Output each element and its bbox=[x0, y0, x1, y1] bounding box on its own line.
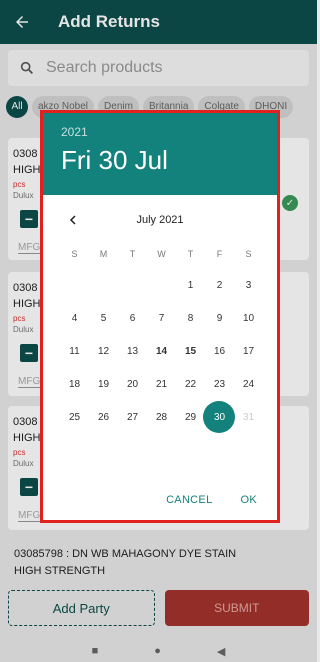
weekday-label: W bbox=[157, 249, 166, 259]
month-label: July 2021 bbox=[136, 214, 184, 226]
calendar-day[interactable]: 12 bbox=[89, 335, 118, 368]
calendar-day-number: 4 bbox=[71, 313, 78, 324]
calendar-day-number: 29 bbox=[184, 412, 197, 423]
calendar-day-number: 23 bbox=[213, 379, 226, 390]
calendar-day[interactable]: 15 bbox=[176, 335, 205, 368]
calendar-day[interactable]: 22 bbox=[176, 368, 205, 401]
chevron-left-icon[interactable] bbox=[63, 210, 83, 230]
weekday-label: T bbox=[187, 249, 194, 259]
date-picker-header: 2021 Fri 30 Jul bbox=[43, 113, 277, 195]
calendar-day: 31 bbox=[234, 401, 263, 434]
calendar-grid: 1 2 3 4 5 6 7 8 9 10 11 12 13 14 15 16 17 18 19 20 21 22 23 24 2… bbox=[60, 269, 277, 434]
selected-date: Fri 30 Jul bbox=[61, 145, 168, 175]
weekday-label: T bbox=[129, 249, 136, 259]
calendar-day-number: 27 bbox=[126, 412, 139, 423]
calendar-day-number: 24 bbox=[242, 379, 255, 390]
calendar-day-number: 30 bbox=[213, 412, 226, 423]
calendar-day[interactable]: 29 bbox=[176, 401, 205, 434]
calendar-day[interactable]: 24 bbox=[234, 368, 263, 401]
calendar-day-number: 28 bbox=[155, 412, 168, 423]
calendar-day[interactable]: 21 bbox=[147, 368, 176, 401]
calendar-day[interactable]: 3 bbox=[234, 269, 263, 302]
calendar-day[interactable]: 16 bbox=[205, 335, 234, 368]
calendar-day[interactable]: 27 bbox=[118, 401, 147, 434]
calendar-day-number: 22 bbox=[184, 379, 197, 390]
calendar-day[interactable]: 4 bbox=[60, 302, 89, 335]
calendar-day-number: 12 bbox=[97, 346, 110, 357]
year-selector[interactable]: 2021 bbox=[61, 125, 277, 139]
calendar-day[interactable]: 6 bbox=[118, 302, 147, 335]
calendar-day-number: 31 bbox=[242, 412, 255, 423]
calendar-day-number: 25 bbox=[68, 412, 81, 423]
weekday-label: M bbox=[99, 249, 108, 259]
calendar-day[interactable]: 19 bbox=[89, 368, 118, 401]
calendar-day-number: 18 bbox=[68, 379, 81, 390]
calendar-day-number: 20 bbox=[126, 379, 139, 390]
calendar-day-number: 8 bbox=[187, 313, 194, 324]
calendar-day[interactable]: 1 bbox=[176, 269, 205, 302]
calendar-day-number: 19 bbox=[97, 379, 110, 390]
calendar-day[interactable]: 5 bbox=[89, 302, 118, 335]
calendar-day[interactable]: 14 bbox=[147, 335, 176, 368]
ok-button[interactable]: OK bbox=[241, 494, 258, 506]
calendar-day[interactable]: 8 bbox=[176, 302, 205, 335]
dialog-actions: CANCEL OK bbox=[166, 494, 257, 506]
calendar-day-number: 6 bbox=[129, 313, 136, 324]
calendar-day-number: 7 bbox=[158, 313, 165, 324]
calendar-day[interactable]: 26 bbox=[89, 401, 118, 434]
calendar-day[interactable]: 2 bbox=[205, 269, 234, 302]
calendar-day-number: 11 bbox=[69, 346, 80, 357]
calendar-day[interactable]: 28 bbox=[147, 401, 176, 434]
weekday-label: S bbox=[71, 249, 78, 259]
cancel-button[interactable]: CANCEL bbox=[166, 494, 212, 506]
calendar-day[interactable]: 30 bbox=[203, 401, 235, 434]
calendar-day[interactable]: 9 bbox=[205, 302, 234, 335]
month-navigation: July 2021 bbox=[43, 195, 277, 245]
calendar-day[interactable]: 11 bbox=[60, 335, 89, 368]
calendar-day-number: 10 bbox=[242, 313, 255, 324]
date-picker-dialog: 2021 Fri 30 Jul July 2021 SMTWTFS 123456… bbox=[40, 110, 280, 523]
calendar-day[interactable]: 17 bbox=[234, 335, 263, 368]
calendar-day-number: 17 bbox=[242, 346, 255, 357]
calendar-day[interactable]: 10 bbox=[234, 302, 263, 335]
calendar-day[interactable]: 25 bbox=[60, 401, 89, 434]
calendar-day-number: 2 bbox=[216, 280, 223, 291]
weekday-label: S bbox=[245, 249, 252, 259]
calendar-day-number: 14 bbox=[155, 346, 168, 357]
weekday-header: SMTWTFS bbox=[60, 249, 277, 269]
calendar-day-number: 26 bbox=[97, 412, 110, 423]
calendar-day[interactable]: 23 bbox=[205, 368, 234, 401]
calendar-day[interactable]: 20 bbox=[118, 368, 147, 401]
calendar-day-number: 15 bbox=[184, 346, 197, 357]
calendar-day[interactable]: 18 bbox=[60, 368, 89, 401]
calendar-day[interactable]: 13 bbox=[118, 335, 147, 368]
calendar-day-number: 3 bbox=[245, 280, 252, 291]
weekday-label: F bbox=[216, 249, 223, 259]
calendar-day-number: 5 bbox=[100, 313, 107, 324]
calendar-day[interactable]: 7 bbox=[147, 302, 176, 335]
calendar-day-number: 13 bbox=[126, 346, 139, 357]
calendar-day-number: 21 bbox=[155, 379, 168, 390]
calendar-day-number: 16 bbox=[213, 346, 226, 357]
calendar-day-number: 9 bbox=[216, 313, 223, 324]
calendar-day-number: 1 bbox=[187, 280, 194, 291]
